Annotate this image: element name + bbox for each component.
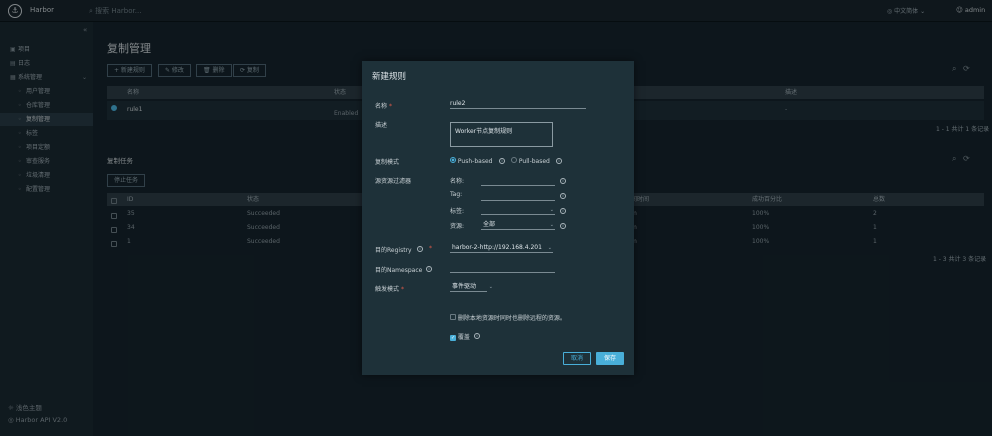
chevron-down-icon: ⌄ [488,284,493,290]
info-icon[interactable]: i [474,333,480,339]
required-mark: * [429,245,432,252]
info-icon[interactable]: i [499,158,505,164]
info-icon[interactable]: i [560,223,566,229]
radio-unselected-icon [511,157,517,163]
filter-name-label: 名称: [450,178,465,185]
name-label: 名称 * [375,103,392,110]
pull-radio[interactable]: Pull-based [511,157,550,165]
dest-registry-value: harbor-2-http://192.168.4.201 [452,244,542,251]
save-button[interactable]: 保存 [596,352,624,365]
dest-namespace-input[interactable] [450,264,555,273]
info-icon[interactable]: i [560,208,566,214]
push-label: Push-based [457,158,493,165]
push-radio[interactable]: Push-based [450,157,492,165]
trigger-label: 触发模式 * [375,286,404,293]
delete-remote-checkbox[interactable]: 删除本地资源时同时也删除远程的资源。 [450,313,566,322]
info-icon[interactable]: i [556,158,562,164]
trigger-value: 事件驱动 [452,283,477,290]
filter-resource-select[interactable]: 全部 ⌄ [481,221,555,230]
override-checkbox[interactable]: ✓ 覆盖 [450,332,470,341]
info-icon[interactable]: i [560,178,566,184]
desc-label: 描述 [375,122,388,129]
resource-value: 全部 [483,221,496,228]
info-icon[interactable]: i [417,246,423,252]
radio-selected-icon [450,157,456,163]
chevron-down-icon: ⌄ [549,207,554,213]
dest-registry-select[interactable]: harbor-2-http://192.168.4.201 ⌄ [450,244,553,253]
checkbox-checked-icon: ✓ [450,335,456,341]
info-icon[interactable]: i [560,193,566,199]
filter-tag-input[interactable] [481,192,555,201]
description-textarea[interactable]: Worker节点复制规则 [450,122,553,147]
name-label-text: 名称 [375,103,388,110]
dest-registry-text: 目的Registry [375,247,412,254]
modal-title: 新建规则 [372,72,407,82]
filter-name-input[interactable] [481,177,555,186]
dest-registry-label: 目的Registry [375,245,412,254]
name-input[interactable]: rule2 [450,100,586,109]
cancel-button[interactable]: 取消 [563,352,591,365]
new-rule-modal: 新建规则 名称 * rule2 描述 Worker节点复制规则 复制模式 Pus… [362,61,634,375]
chevron-down-icon: ⌄ [547,245,552,251]
filter-resource-label: 资源: [450,223,465,230]
filter-label: 源资源过滤器 [375,178,412,185]
trigger-mode-select[interactable]: 事件驱动 ⌄ [450,283,493,292]
chevron-down-icon: ⌄ [549,222,554,228]
checkbox-unchecked-icon [450,314,456,320]
mode-label: 复制模式 [375,159,400,166]
filter-tag-label: Tag: [450,191,463,198]
filter-label-select[interactable]: ⌄ [481,206,555,215]
trigger-label-text: 触发模式 [375,286,400,293]
override-label: 覆盖 [457,334,470,341]
info-icon[interactable]: i [426,266,432,272]
filter-label-label: 标签: [450,208,465,215]
pull-label: Pull-based [518,158,550,165]
delete-remote-label: 删除本地资源时同时也删除远程的资源。 [457,315,566,322]
dest-namespace-label: 目的Namespace [375,267,423,274]
